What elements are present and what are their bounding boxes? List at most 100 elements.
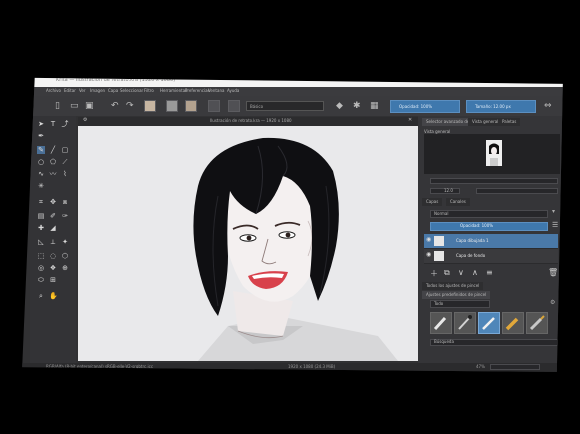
freehand-path-tool-icon[interactable]: 〰 xyxy=(49,170,57,178)
menu-window[interactable]: Ventana xyxy=(208,88,224,93)
eye-icon[interactable]: ◉ xyxy=(426,252,431,258)
layer-row[interactable]: ◉ Capa dibujada 1 xyxy=(424,234,558,249)
assistant-tool-icon[interactable]: ◺ xyxy=(37,238,45,246)
minimize-icon[interactable]: – xyxy=(512,78,515,83)
color-picker-tool-icon[interactable]: ✐ xyxy=(49,212,57,220)
elliptical-selection-icon[interactable]: ◌ xyxy=(49,252,57,260)
menu-view[interactable]: Ver xyxy=(79,88,86,93)
zoom-value: 12.0 xyxy=(444,188,453,193)
brush-preset-airbrush[interactable] xyxy=(526,312,548,334)
bezier-tool-icon[interactable]: ∿ xyxy=(37,170,45,178)
brush-preset-icon[interactable] xyxy=(208,100,220,112)
maximize-icon[interactable]: □ xyxy=(527,78,533,83)
multibrush-tool-icon[interactable]: ✳ xyxy=(37,182,45,190)
menu-filter[interactable]: Filtro xyxy=(144,88,154,93)
tab-channels[interactable]: Canales xyxy=(446,198,470,206)
crop-tool-icon[interactable]: ⌗ xyxy=(37,198,45,206)
eraser-icon[interactable]: ◆ xyxy=(336,101,343,111)
gradient-tool-icon[interactable]: ▤ xyxy=(37,212,45,220)
undo-icon[interactable]: ↶ xyxy=(111,101,119,111)
fill-tool-icon[interactable]: ◢ xyxy=(49,224,57,232)
delete-layer-icon[interactable]: 🗑 xyxy=(548,268,558,277)
brush-preset-ink[interactable] xyxy=(454,312,476,334)
smart-patch-tool-icon[interactable]: ✚ xyxy=(37,224,45,232)
calligraphy-tool-icon[interactable]: ✒ xyxy=(37,132,45,140)
zoom-slider[interactable] xyxy=(430,178,558,184)
select-shapes-tool-icon[interactable]: ➤ xyxy=(37,120,45,128)
tab-menu-icon[interactable]: ⚙ xyxy=(83,117,87,123)
save-icon[interactable]: ▣ xyxy=(85,101,94,111)
text-tool-icon[interactable]: T xyxy=(49,120,57,128)
tab-brush-settings[interactable]: Todos los ajustes de pincel xyxy=(422,282,484,290)
open-document-icon[interactable]: ▭ xyxy=(70,101,79,111)
line-tool-icon[interactable]: ╱ xyxy=(49,146,57,154)
freehand-selection-icon[interactable]: ◎ xyxy=(37,264,45,272)
menu-image[interactable]: Imagen xyxy=(90,88,105,93)
contiguous-selection-icon[interactable]: ❖ xyxy=(49,264,57,272)
layer-row[interactable]: ◉ Capa de fondo xyxy=(424,249,558,264)
fill-gradient-swatch[interactable] xyxy=(144,100,156,112)
tab-layers[interactable]: Capas xyxy=(422,198,443,206)
status-color-space: RGB/Alfa (8-bit entero/canal) sRGB-elle-… xyxy=(46,364,154,369)
overview-panel[interactable] xyxy=(424,134,560,174)
move-tool-icon[interactable]: ✥ xyxy=(49,198,57,206)
drawing-canvas[interactable] xyxy=(78,126,418,361)
similar-color-selection-icon[interactable]: ⊕ xyxy=(61,264,69,272)
tab-brush-presets[interactable]: Ajustes predefinidos de pincel xyxy=(422,291,491,299)
close-tab-icon[interactable]: ✕ xyxy=(408,117,412,123)
wrap-around-icon[interactable]: ▦ xyxy=(370,101,379,111)
bezier-selection-icon[interactable]: ⬭ xyxy=(37,276,45,284)
brush-presets-menu-icon[interactable]: ⚙ xyxy=(550,299,555,306)
menu-help[interactable]: Ayuda xyxy=(227,88,239,93)
brush-tag-value: Todo xyxy=(434,301,444,306)
opacity-field[interactable]: Opacidad: 100% xyxy=(390,100,460,113)
transform-tool-icon[interactable]: ⧈ xyxy=(61,198,69,206)
pan-tool-icon[interactable]: ✋ xyxy=(49,292,58,300)
freehand-brush-tool-icon[interactable]: ✎ xyxy=(37,146,45,154)
mirror-icon[interactable]: ⇔ xyxy=(544,101,552,111)
foreground-color-swatch[interactable] xyxy=(185,100,197,112)
new-document-icon[interactable]: ▯ xyxy=(55,101,60,111)
colorize-mask-tool-icon[interactable]: ✑ xyxy=(61,212,69,220)
pattern-swatch[interactable] xyxy=(166,100,178,112)
layer-menu-icon[interactable]: ≡ xyxy=(486,268,493,277)
polygon-tool-icon[interactable]: ⬠ xyxy=(49,158,57,166)
rectangular-selection-icon[interactable]: ⬚ xyxy=(37,252,45,260)
move-layer-up-icon[interactable]: ∧ xyxy=(472,268,478,277)
menu-layer[interactable]: Capa xyxy=(108,88,118,93)
menu-file[interactable]: Archivo xyxy=(46,88,61,93)
close-icon[interactable]: ✕ xyxy=(542,78,547,83)
redo-icon[interactable]: ↷ xyxy=(126,101,134,111)
menu-tools[interactable]: Herramientas xyxy=(160,88,187,93)
preserve-alpha-icon[interactable]: ✱ xyxy=(353,101,361,111)
zoom-slider-status[interactable] xyxy=(490,364,540,370)
edit-shapes-tool-icon[interactable]: ⤴ xyxy=(61,120,69,128)
tab-palettes[interactable]: Paletas xyxy=(498,118,521,126)
ellipse-tool-icon[interactable]: ○ xyxy=(37,158,45,166)
brush-preset-pencil[interactable] xyxy=(430,312,452,334)
grid-icon[interactable] xyxy=(228,100,240,112)
document-tab[interactable]: Ilustración de retrato.kra — 1920 x 1080 xyxy=(210,118,292,123)
brush-preset-selected[interactable] xyxy=(478,312,500,334)
reference-images-tool-icon[interactable]: ✦ xyxy=(61,238,69,246)
magnetic-selection-icon[interactable]: ⊞ xyxy=(49,276,57,284)
blend-mode-select[interactable]: Básico xyxy=(246,101,324,111)
menu-settings[interactable]: Preferencias xyxy=(185,88,210,93)
menu-edit[interactable]: Editar xyxy=(64,88,76,93)
filter-icon[interactable]: ▾ xyxy=(552,208,555,215)
rectangle-tool-icon[interactable]: ▢ xyxy=(61,146,69,154)
move-layer-down-icon[interactable]: ∨ xyxy=(458,268,464,277)
size-field[interactable]: Tamaño: 12.00 px xyxy=(466,100,536,113)
dynamic-brush-tool-icon[interactable]: ⌇ xyxy=(61,170,69,178)
eye-icon[interactable]: ◉ xyxy=(426,237,431,243)
polyline-tool-icon[interactable]: ⟋ xyxy=(61,158,69,166)
rotation-slider[interactable] xyxy=(476,188,558,194)
zoom-tool-icon[interactable]: ⌕ xyxy=(37,292,45,300)
measure-tool-icon[interactable]: ⟂ xyxy=(49,238,57,246)
polygonal-selection-icon[interactable]: ⬡ xyxy=(61,252,69,260)
duplicate-layer-icon[interactable]: ⧉ xyxy=(444,268,450,278)
layer-properties-icon[interactable]: ☰ xyxy=(552,221,558,229)
add-layer-icon[interactable]: ＋ xyxy=(430,268,438,279)
brush-preset-marker[interactable] xyxy=(502,312,524,334)
menu-select[interactable]: Seleccionar xyxy=(120,88,143,93)
